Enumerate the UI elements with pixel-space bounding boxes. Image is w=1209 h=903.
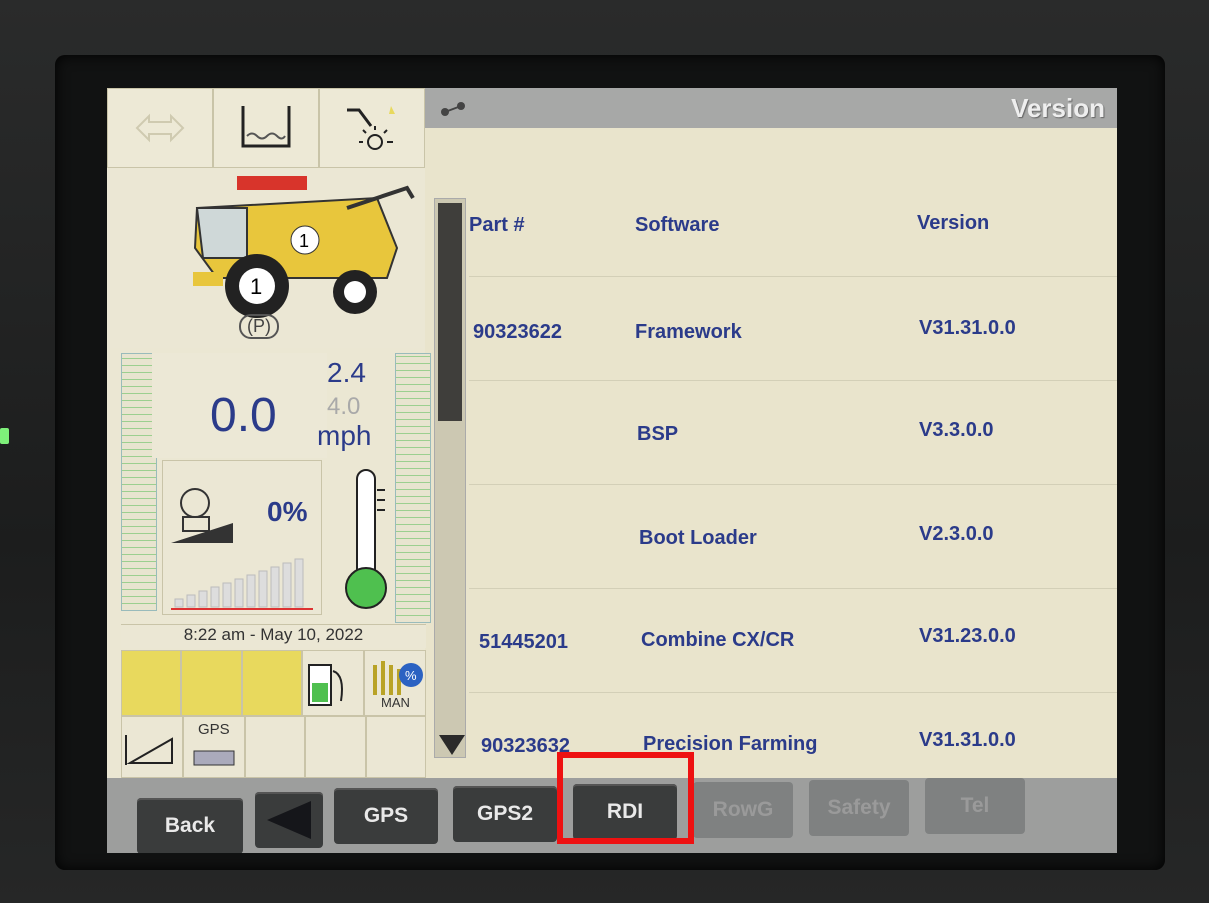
- table-row[interactable]: BSP V3.3.0.0: [469, 380, 1117, 484]
- software-name: Framework: [635, 321, 742, 343]
- speed-unit: mph: [317, 420, 372, 451]
- status-icon-row: % MAN: [121, 650, 426, 716]
- gps-receiver-icon[interactable]: GPS: [183, 716, 245, 778]
- version-number: V31.31.0.0: [919, 317, 1016, 339]
- part-number: 90323622: [473, 321, 562, 343]
- safety-button[interactable]: Safety: [809, 780, 909, 836]
- software-name: Precision Farming: [643, 733, 818, 755]
- park-indicator: (P): [239, 314, 279, 339]
- rdi-button[interactable]: RDI: [573, 784, 677, 840]
- back-button[interactable]: Back: [137, 798, 243, 853]
- header-height-icon[interactable]: [121, 716, 183, 778]
- header-light-icon[interactable]: [319, 88, 425, 168]
- svg-text:1: 1: [250, 274, 262, 299]
- thermometer-icon: [337, 460, 397, 615]
- terminal-screen: 1 1 (P) 0.0 2.4 4.0 mph 0% 8:22 am - May…: [107, 88, 1117, 853]
- top-icon-row: [107, 88, 425, 168]
- right-gauge-bar: [395, 353, 431, 623]
- software-name: Combine CX/CR: [641, 629, 795, 651]
- engine-load-panel[interactable]: [162, 460, 322, 615]
- empty-slot-2[interactable]: [305, 716, 366, 778]
- scrollbar[interactable]: [434, 198, 466, 758]
- man-label: MAN: [380, 695, 410, 710]
- gps-button[interactable]: GPS: [334, 788, 438, 844]
- hopper-icon[interactable]: [213, 88, 319, 168]
- left-arrow-icon: [267, 801, 311, 839]
- engine-load-value: 0%: [267, 496, 308, 527]
- part-number: 51445201: [479, 631, 568, 653]
- version-number: V31.31.0.0: [919, 729, 1016, 751]
- version-number: V31.23.0.0: [919, 625, 1016, 647]
- version-number: V3.3.0.0: [919, 419, 994, 441]
- combine-link-icon: [439, 98, 469, 123]
- empty-slot-1[interactable]: [245, 716, 306, 778]
- speed-display[interactable]: 0.0 2.4 4.0 mph: [152, 353, 371, 458]
- svg-text:1: 1: [299, 231, 309, 251]
- header-version: Version: [917, 212, 990, 234]
- speed-setpoint-1: 2.4: [327, 357, 366, 388]
- status-slot-2[interactable]: [181, 650, 242, 716]
- gps2-button[interactable]: GPS2: [453, 786, 557, 842]
- bottom-icon-row: GPS: [121, 716, 426, 778]
- previous-button[interactable]: [255, 792, 323, 848]
- header-part: Part #: [469, 214, 525, 236]
- part-number: 90323632: [481, 735, 570, 757]
- speed-setpoint-2: 4.0: [327, 393, 361, 420]
- rowg-button[interactable]: RowG: [693, 782, 793, 838]
- version-number: V2.3.0.0: [919, 523, 994, 545]
- table-row[interactable]: 51445201 Combine CX/CR V31.23.0.0: [469, 588, 1117, 692]
- software-name: Boot Loader: [639, 527, 757, 549]
- screen-header: Version: [425, 88, 1117, 128]
- software-name: BSP: [637, 423, 679, 445]
- power-led: [0, 428, 9, 444]
- status-slot-1[interactable]: [121, 650, 182, 716]
- soft-key-bar: Back GPS GPS2 RDI RowG Safety Tel: [107, 778, 1117, 853]
- run-panel: 1 1 (P) 0.0 2.4 4.0 mph 0% 8:22 am - May…: [107, 88, 431, 778]
- crop-moisture-icon[interactable]: % MAN: [363, 650, 426, 716]
- status-slot-3[interactable]: [241, 650, 302, 716]
- speed-value: 0.0: [210, 389, 277, 442]
- transport-icon[interactable]: [107, 88, 213, 168]
- scroll-thumb[interactable]: [438, 203, 462, 421]
- gps-small-label: GPS: [198, 721, 230, 738]
- header-software: Software: [635, 214, 720, 236]
- table-row[interactable]: Boot Loader V2.3.0.0: [469, 484, 1117, 588]
- version-table: Part # Software Version 90323622 Framewo…: [469, 128, 1117, 778]
- empty-slot-3[interactable]: [365, 716, 426, 778]
- table-row[interactable]: 90323622 Framework V31.31.0.0: [469, 276, 1117, 380]
- fuel-icon[interactable]: [301, 650, 364, 716]
- page-title: Version: [1011, 93, 1105, 123]
- tel-button[interactable]: Tel: [925, 778, 1025, 834]
- scroll-down-icon[interactable]: [434, 720, 470, 768]
- svg-text:%: %: [405, 668, 417, 683]
- datetime-display: 8:22 am - May 10, 2022: [121, 624, 426, 648]
